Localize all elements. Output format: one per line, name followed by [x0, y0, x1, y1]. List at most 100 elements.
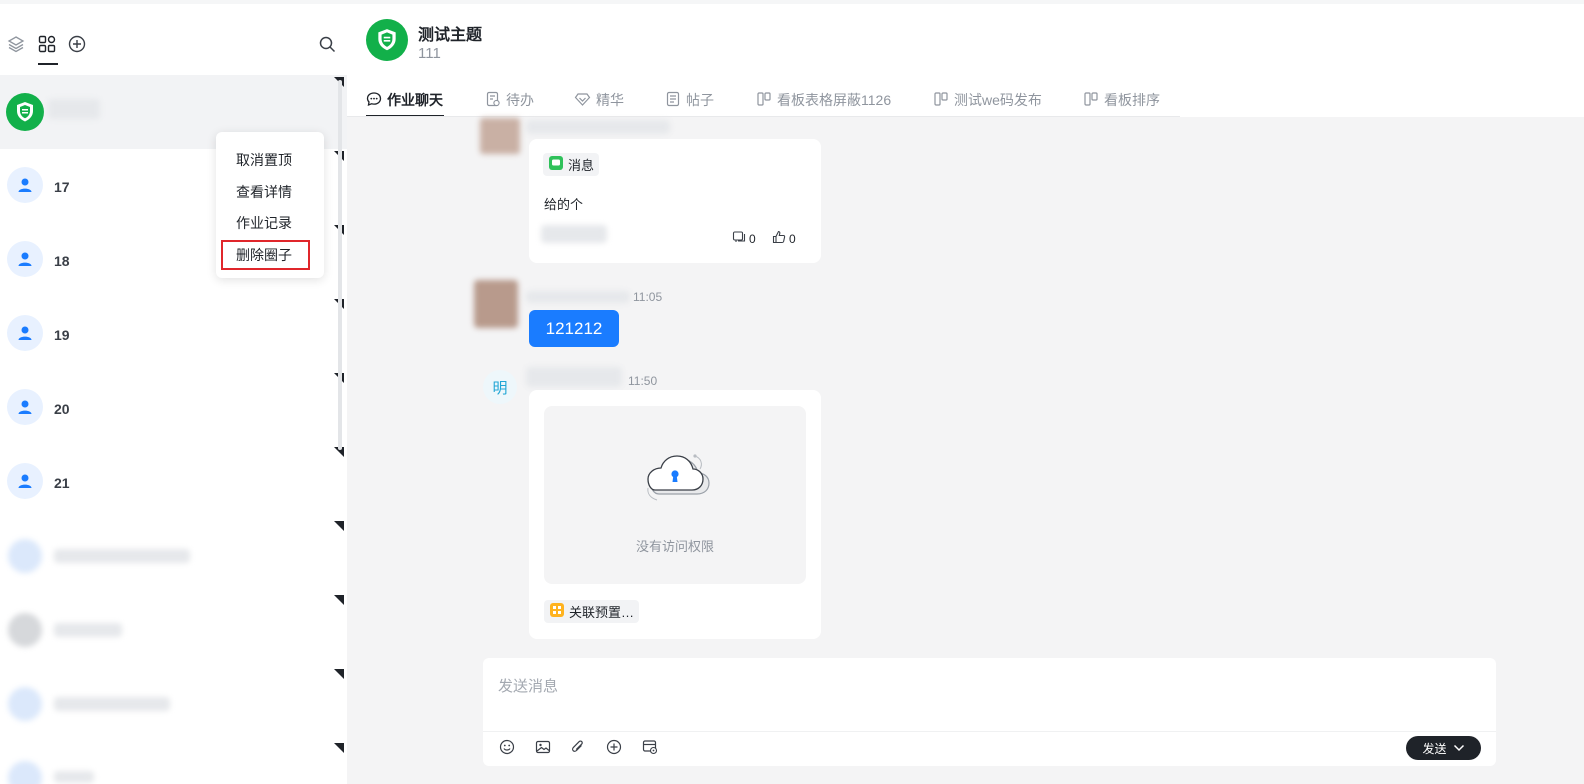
message-text: 给的个: [544, 197, 584, 212]
tab-label: 作业聊天: [387, 92, 443, 108]
conversation-label: 20: [54, 401, 70, 417]
menu-item-view-details[interactable]: 查看详情: [236, 182, 292, 202]
todo-doc-icon: [485, 91, 501, 110]
blurred-author: [541, 225, 607, 243]
tab-featured[interactable]: 精华: [574, 89, 624, 111]
topic-subtitle: 111: [418, 45, 441, 62]
message-card[interactable]: 消息 给的个 0 0: [529, 139, 821, 263]
attachment-icon[interactable]: [569, 738, 587, 756]
conversation-item[interactable]: 20: [0, 371, 347, 445]
message-time: 11:50: [628, 374, 658, 388]
tab-posts[interactable]: 帖子: [665, 89, 714, 111]
message-tag-icon: [548, 155, 564, 174]
blurred-name: [54, 549, 190, 563]
blurred-name: [48, 99, 100, 119]
sidebar-toolbar: [0, 4, 347, 76]
app-window: 17 18 19 20 21 取消置顶 查看详情 作业记录 删除圈子 测试主题 …: [0, 0, 1584, 784]
linked-tag-label: 关联预置…: [569, 605, 635, 620]
plus-circle-icon[interactable]: [65, 32, 89, 56]
composer-divider: [483, 731, 1496, 732]
comment-count[interactable]: 0: [732, 230, 756, 247]
sender-avatar-text: 明: [483, 370, 517, 404]
sender-avatar: [480, 118, 520, 154]
card-settings-icon[interactable]: [641, 738, 659, 756]
context-menu: 取消置顶 查看详情 作业记录 删除圈子: [216, 132, 324, 278]
layers-icon[interactable]: [4, 32, 28, 56]
chat-bubble-icon: [366, 91, 382, 110]
conversation-item[interactable]: 19: [0, 297, 347, 371]
blurred-avatar: [8, 613, 42, 647]
comment-icon: [732, 230, 746, 247]
tab-todo[interactable]: 待办: [485, 89, 534, 111]
highlight-box: [221, 240, 310, 270]
blurred-sender-name: [526, 367, 622, 387]
diamond-icon: [574, 91, 591, 110]
conversation-item-blurred[interactable]: [0, 741, 347, 784]
topic-title: 测试主题: [418, 27, 483, 44]
message-bubble[interactable]: 121212: [529, 310, 619, 347]
topic-header: 测试主题 111 作业聊天 待办 精华 帖子 看板表格屏蔽1126 测试we码发…: [347, 4, 1584, 117]
conversation-item-blurred[interactable]: [0, 593, 347, 667]
tab-work-chat[interactable]: 作业聊天: [366, 89, 443, 111]
no-access-panel: 没有访问权限: [544, 406, 806, 584]
plus-circle-icon[interactable]: [605, 738, 623, 756]
comment-count-value: 0: [749, 231, 756, 246]
kanban-icon: [1083, 91, 1099, 110]
kanban-icon: [933, 91, 949, 110]
toolbar-active-underline: [38, 63, 58, 65]
grid-apps-icon[interactable]: [35, 32, 59, 56]
message-tag: 消息: [543, 153, 600, 176]
blurred-avatar: [8, 539, 42, 573]
thumbs-up-icon: [772, 230, 786, 247]
corner-marker: [334, 669, 344, 679]
blurred-name: [54, 623, 122, 637]
message-time: 11:05: [633, 290, 663, 304]
send-button-label: 发送: [1422, 741, 1447, 756]
blurred-sender-name: [526, 291, 630, 303]
sidebar-scrollbar[interactable]: [338, 80, 342, 450]
main-panel: 测试主题 111 作业聊天 待办 精华 帖子 看板表格屏蔽1126 测试we码发…: [347, 4, 1584, 784]
blurred-name: [54, 697, 170, 711]
send-button[interactable]: 发送: [1406, 736, 1481, 760]
tab-label: 看板排序: [1104, 92, 1160, 108]
corner-marker: [334, 743, 344, 753]
blurred-name: [54, 771, 94, 783]
kanban-icon: [756, 91, 772, 110]
header-divider: [347, 116, 1180, 117]
conversation-label: 21: [54, 475, 70, 491]
locked-cloud-icon: [637, 444, 715, 511]
tab-label: 待办: [506, 92, 534, 108]
like-count[interactable]: 0: [772, 230, 796, 247]
blurred-sender-name: [526, 120, 670, 134]
tab-label: 精华: [596, 92, 624, 108]
message-input[interactable]: [498, 678, 1398, 695]
message-composer: 发送: [483, 658, 1496, 766]
emoji-icon[interactable]: [498, 738, 516, 756]
chevron-down-icon[interactable]: [1453, 741, 1465, 755]
conversation-item[interactable]: 21: [0, 445, 347, 519]
conversation-label: 17: [54, 179, 70, 195]
tab-label: 看板表格屏蔽1126: [777, 92, 892, 108]
tab-kanban-table[interactable]: 看板表格屏蔽1126: [756, 89, 891, 111]
user-icon: [7, 463, 43, 499]
blurred-avatar: [8, 687, 42, 721]
shield-logo-icon: [6, 93, 44, 131]
message-tag-label: 消息: [568, 158, 595, 173]
conversation-item-blurred[interactable]: [0, 667, 347, 741]
like-count-value: 0: [789, 231, 796, 246]
sidebar: 17 18 19 20 21 取消置顶 查看详情 作业记录 删除圈子: [0, 4, 347, 784]
search-icon[interactable]: [315, 32, 339, 56]
user-icon: [7, 167, 43, 203]
tab-we-code-release[interactable]: 测试we码发布: [933, 89, 1042, 111]
conversation-label: 18: [54, 253, 70, 269]
menu-item-unpin[interactable]: 取消置顶: [236, 150, 292, 170]
corner-marker: [334, 595, 344, 605]
conversation-item-blurred[interactable]: [0, 519, 347, 593]
blurred-avatar: [8, 761, 42, 784]
tab-kanban-sort[interactable]: 看板排序: [1083, 89, 1160, 111]
image-icon[interactable]: [534, 738, 552, 756]
linked-tag[interactable]: 关联预置…: [544, 600, 640, 623]
user-icon: [7, 241, 43, 277]
menu-item-work-records[interactable]: 作业记录: [236, 213, 292, 233]
conversation-label: 19: [54, 327, 70, 343]
